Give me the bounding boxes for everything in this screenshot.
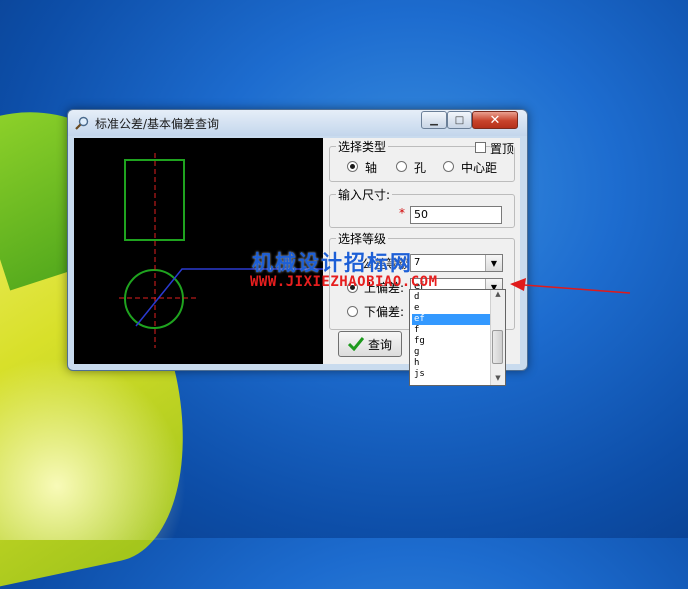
dropdown-option[interactable]: e: [412, 303, 492, 314]
size-input[interactable]: 50: [410, 206, 502, 224]
pin-top-label: 置顶: [490, 140, 515, 157]
dropdown-option[interactable]: fg: [412, 336, 492, 347]
dropdown-scrollbar[interactable]: ▲ ▼: [490, 290, 505, 385]
tolerance-grade-select[interactable]: 7 ▼: [410, 254, 503, 272]
pin-top-checkbox[interactable]: [475, 142, 486, 153]
type-group: 选择类型 置顶 轴 孔 中心距: [329, 138, 515, 182]
query-button[interactable]: 查询: [338, 331, 402, 357]
radio-center-distance[interactable]: [443, 161, 454, 172]
magnifier-icon: [75, 116, 89, 130]
close-icon: ✕: [489, 112, 501, 128]
checkmark-icon: [347, 337, 364, 351]
red-arrow-annotation: [510, 278, 631, 294]
chevron-down-icon[interactable]: ▼: [485, 255, 502, 271]
dropdown-option[interactable]: f: [412, 325, 492, 336]
desktop-wallpaper-glow: [0, 360, 190, 540]
scroll-down-icon[interactable]: ▼: [491, 374, 505, 385]
watermark-title: 机械设计招标网: [252, 250, 413, 275]
dropdown-option[interactable]: g: [412, 347, 492, 358]
lower-deviation-label: 下偏差:: [364, 305, 405, 319]
scrollbar-thumb[interactable]: [492, 330, 503, 364]
dropdown-option[interactable]: d: [412, 292, 492, 303]
radio-shaft[interactable]: [347, 161, 358, 172]
minimize-button[interactable]: ▁: [421, 111, 447, 129]
watermark-url: WWW.JIXIEZHAOBIAO.COM: [250, 274, 438, 290]
close-button[interactable]: ✕: [472, 111, 518, 129]
title-bar[interactable]: 标准公差/基本偏差查询 ▁ □ ✕: [68, 110, 527, 136]
size-group-legend: 输入尺寸:: [336, 186, 393, 203]
maximize-icon: □: [454, 114, 465, 126]
radio-center-distance-label: 中心距: [461, 161, 498, 175]
window-title: 标准公差/基本偏差查询: [95, 117, 220, 131]
dropdown-option[interactable]: h: [412, 358, 492, 369]
minimize-icon: ▁: [430, 114, 438, 126]
dropdown-option-selected[interactable]: ef: [412, 314, 492, 325]
query-button-label: 查询: [367, 337, 392, 352]
size-group: 输入尺寸: * 50: [329, 186, 515, 228]
tolerance-grade-value: 7: [414, 257, 421, 268]
radio-lower-deviation[interactable]: [347, 306, 358, 317]
type-group-legend: 选择类型: [336, 138, 389, 155]
maximize-button[interactable]: □: [447, 111, 472, 129]
scroll-up-icon[interactable]: ▲: [491, 290, 505, 301]
grade-group-legend: 选择等级: [336, 230, 389, 247]
radio-hole[interactable]: [396, 161, 407, 172]
radio-shaft-label: 轴: [365, 161, 378, 175]
dropdown-option[interactable]: js: [412, 369, 492, 380]
required-marker: *: [399, 206, 405, 220]
radio-hole-label: 孔: [414, 161, 427, 175]
upper-deviation-dropdown-list[interactable]: d e ef f fg g h js ▲ ▼: [409, 289, 506, 386]
